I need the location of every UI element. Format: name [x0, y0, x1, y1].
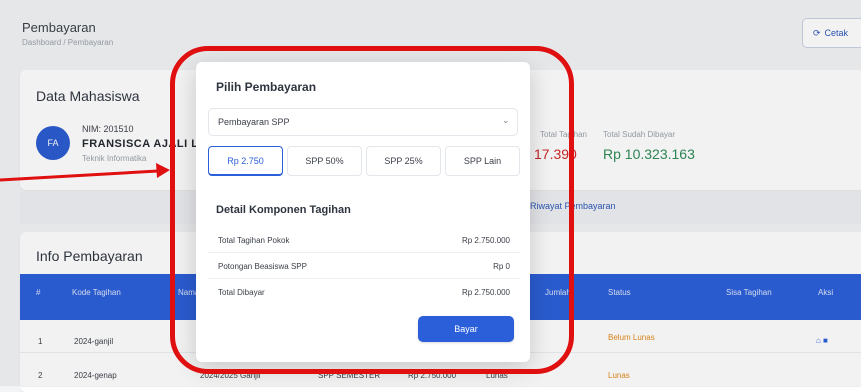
modal-title: Pilih Pembayaran: [216, 80, 317, 94]
pay-button[interactable]: Bayar: [418, 316, 514, 342]
component-value: Rp 2.750.000: [461, 236, 510, 245]
divider: [208, 252, 520, 253]
component-label: Total Tagihan Pokok: [218, 236, 290, 245]
chevron-down-icon: ⌄: [502, 115, 510, 125]
tab-option-1[interactable]: Rp 2.750: [208, 146, 283, 176]
section-title: Detail Komponen Tagihan: [216, 204, 351, 216]
tab-option-4[interactable]: SPP Lain: [445, 146, 520, 176]
tab-option-3[interactable]: SPP 25%: [366, 146, 441, 176]
component-value: Rp 2.750.000: [461, 288, 510, 297]
component-value: Rp 0: [493, 262, 510, 271]
payment-type-value: Pembayaran SPP: [218, 117, 290, 127]
divider: [208, 278, 520, 279]
component-label: Total Dibayar: [218, 288, 265, 297]
component-label: Potongan Beasiswa SPP: [218, 262, 307, 271]
tab-option-2[interactable]: SPP 50%: [287, 146, 362, 176]
